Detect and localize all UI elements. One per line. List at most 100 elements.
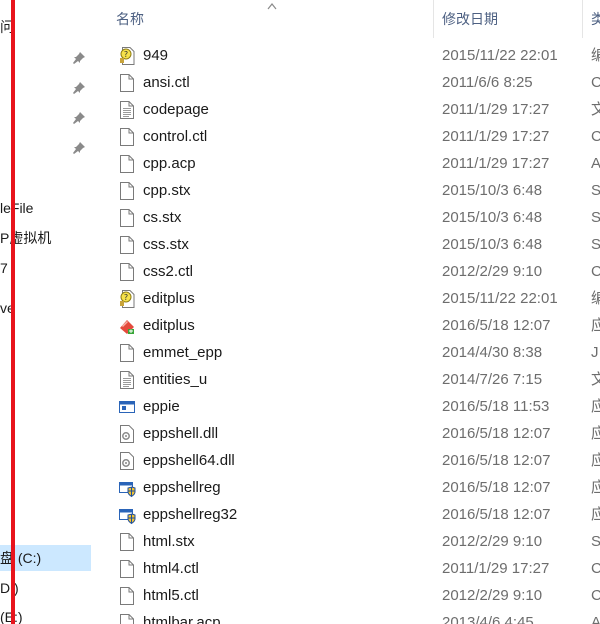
file-modified-date: 2016/5/18 12:07 bbox=[442, 506, 551, 523]
column-header-type[interactable]: 类 bbox=[591, 0, 600, 38]
file-row[interactable]: ? 949 2015/11/22 22:01 编 bbox=[93, 42, 600, 69]
file-type: 编 bbox=[591, 47, 600, 64]
column-header-type-label: 类 bbox=[591, 11, 600, 27]
dll-file-icon bbox=[118, 424, 136, 444]
nav-item-drive-d[interactable]: D:) bbox=[0, 575, 19, 601]
file-modified-date: 2016/5/18 12:07 bbox=[442, 317, 551, 334]
column-divider[interactable] bbox=[582, 0, 583, 38]
file-type: 应 bbox=[591, 452, 600, 469]
file-type: C bbox=[591, 263, 600, 280]
blank-file-icon bbox=[118, 181, 136, 201]
nav-item-folder[interactable]: 7 bbox=[0, 255, 8, 281]
file-row[interactable]: ? editplus 2015/11/22 22:01 编 bbox=[93, 285, 600, 312]
file-modified-date: 2015/10/3 6:48 bbox=[442, 236, 543, 253]
pin-icon[interactable] bbox=[72, 141, 86, 155]
file-row[interactable]: html4.ctl 2011/1/29 17:27 C bbox=[93, 555, 600, 582]
nav-item-label: 盘 (C:) bbox=[0, 550, 42, 566]
file-row[interactable]: emmet_epp 2014/4/30 8:38 J bbox=[93, 339, 600, 366]
blank-file-icon bbox=[118, 154, 136, 174]
shield-app-icon bbox=[118, 505, 136, 525]
file-name: emmet_epp bbox=[143, 344, 223, 361]
file-type: 应 bbox=[591, 425, 600, 442]
blank-file-icon bbox=[118, 343, 136, 363]
file-type: 文 bbox=[591, 371, 600, 388]
file-modified-date: 2014/7/26 7:15 bbox=[442, 371, 543, 388]
file-type: 应 bbox=[591, 506, 600, 523]
file-name: eppshell.dll bbox=[143, 425, 219, 442]
nav-item-folder[interactable]: leFile bbox=[0, 195, 33, 221]
file-name: css2.ctl bbox=[143, 263, 194, 280]
blank-file-icon bbox=[118, 73, 136, 93]
file-name: htmlbar.acp bbox=[143, 614, 221, 624]
file-modified-date: 2011/6/6 8:25 bbox=[442, 74, 533, 91]
file-modified-date: 2011/1/29 17:27 bbox=[442, 128, 550, 145]
file-modified-date: 2016/5/18 12:07 bbox=[442, 479, 551, 496]
file-modified-date: 2012/2/29 9:10 bbox=[442, 587, 543, 604]
file-type: 应 bbox=[591, 317, 600, 334]
nav-item-label: P虚拟机 bbox=[0, 230, 52, 246]
pin-icon[interactable] bbox=[72, 111, 86, 125]
file-type: S bbox=[591, 182, 600, 199]
file-modified-date: 2015/11/22 22:01 bbox=[442, 47, 558, 64]
blank-file-icon bbox=[118, 586, 136, 606]
nav-item-folder[interactable]: P虚拟机 bbox=[0, 225, 51, 251]
file-row[interactable]: editplus 2016/5/18 12:07 应 bbox=[93, 312, 600, 339]
file-row[interactable]: css.stx 2015/10/3 6:48 S bbox=[93, 231, 600, 258]
file-row[interactable]: cs.stx 2015/10/3 6:48 S bbox=[93, 204, 600, 231]
column-header-name-label: 名称 bbox=[116, 11, 144, 27]
file-name: html4.ctl bbox=[143, 560, 199, 577]
file-name: editplus bbox=[143, 317, 195, 334]
app-window-icon bbox=[118, 397, 136, 417]
file-name: eppshellreg32 bbox=[143, 506, 238, 523]
file-row[interactable]: codepage 2011/1/29 17:27 文 bbox=[93, 96, 600, 123]
file-type: 文 bbox=[591, 101, 600, 118]
dll-file-icon bbox=[118, 451, 136, 471]
file-row[interactable]: eppshellreg 2016/5/18 12:07 应 bbox=[93, 474, 600, 501]
file-name: ansi.ctl bbox=[143, 74, 190, 91]
column-header-name[interactable]: 名称 bbox=[116, 0, 144, 38]
nav-item-label: 7 bbox=[0, 260, 8, 276]
file-row[interactable]: eppshell64.dll 2016/5/18 12:07 应 bbox=[93, 447, 600, 474]
pin-icon[interactable] bbox=[72, 81, 86, 95]
column-header-date[interactable]: 修改日期 bbox=[442, 0, 498, 38]
file-name: 949 bbox=[143, 47, 169, 64]
file-type: A bbox=[591, 614, 600, 624]
file-row[interactable]: ansi.ctl 2011/6/6 8:25 C bbox=[93, 69, 600, 96]
file-row[interactable]: html5.ctl 2012/2/29 9:10 C bbox=[93, 582, 600, 609]
file-modified-date: 2015/10/3 6:48 bbox=[442, 182, 543, 199]
svg-text:?: ? bbox=[124, 50, 128, 59]
file-row[interactable]: eppshell.dll 2016/5/18 12:07 应 bbox=[93, 420, 600, 447]
blank-file-icon bbox=[118, 208, 136, 228]
file-type: 编 bbox=[591, 290, 600, 307]
file-name: cpp.acp bbox=[143, 155, 196, 172]
file-modified-date: 2016/5/18 12:07 bbox=[442, 452, 551, 469]
file-type: S bbox=[591, 533, 600, 550]
blank-file-icon bbox=[118, 532, 136, 552]
help-file-icon: ? bbox=[118, 46, 136, 66]
file-name: cs.stx bbox=[143, 209, 182, 226]
file-row[interactable]: eppshellreg32 2016/5/18 12:07 应 bbox=[93, 501, 600, 528]
file-type: S bbox=[591, 209, 600, 226]
file-modified-date: 2014/4/30 8:38 bbox=[442, 344, 543, 361]
file-modified-date: 2011/1/29 17:27 bbox=[442, 560, 550, 577]
file-row[interactable]: cpp.acp 2011/1/29 17:27 A bbox=[93, 150, 600, 177]
file-row[interactable]: html.stx 2012/2/29 9:10 S bbox=[93, 528, 600, 555]
file-row[interactable]: htmlbar.acp 2013/4/6 4:45 A bbox=[93, 609, 600, 624]
file-row[interactable]: css2.ctl 2012/2/29 9:10 C bbox=[93, 258, 600, 285]
file-row[interactable]: cpp.stx 2015/10/3 6:48 S bbox=[93, 177, 600, 204]
file-modified-date: 2012/2/29 9:10 bbox=[442, 263, 543, 280]
file-type: 应 bbox=[591, 398, 600, 415]
column-header-date-label: 修改日期 bbox=[442, 11, 498, 27]
file-name: codepage bbox=[143, 101, 209, 118]
file-type: J bbox=[591, 344, 599, 361]
file-row[interactable]: control.ctl 2011/1/29 17:27 C bbox=[93, 123, 600, 150]
file-type: C bbox=[591, 587, 600, 604]
file-modified-date: 2016/5/18 11:53 bbox=[442, 398, 550, 415]
pin-icon[interactable] bbox=[72, 51, 86, 65]
file-row[interactable]: eppie 2016/5/18 11:53 应 bbox=[93, 393, 600, 420]
file-type: S bbox=[591, 236, 600, 253]
column-divider[interactable] bbox=[433, 0, 434, 38]
text-file-icon bbox=[118, 100, 136, 120]
file-row[interactable]: entities_u 2014/7/26 7:15 文 bbox=[93, 366, 600, 393]
blank-file-icon bbox=[118, 127, 136, 147]
